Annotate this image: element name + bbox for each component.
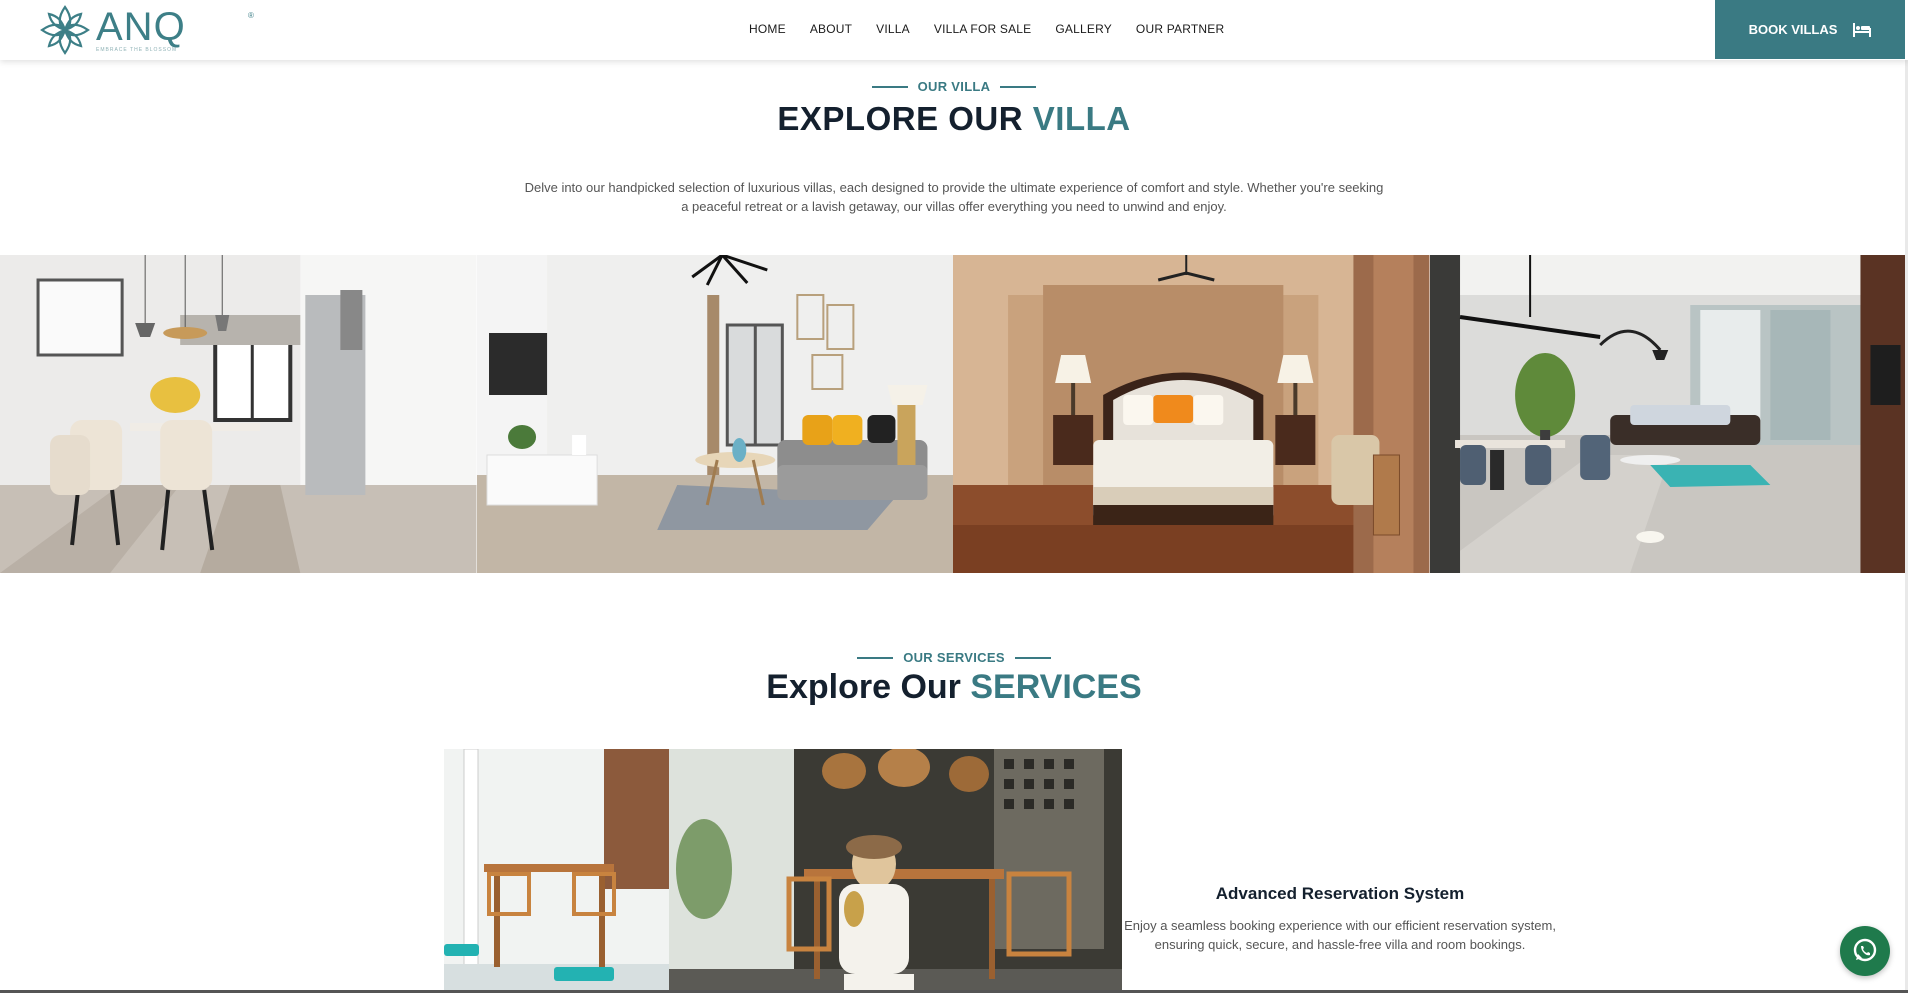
registered-mark: ®: [248, 11, 254, 20]
main-nav: HOME ABOUT VILLA VILLA FOR SALE GALLERY …: [749, 0, 1248, 58]
bedroom-image: [953, 255, 1430, 573]
book-villas-label: BOOK VILLAS: [1748, 22, 1838, 37]
bed-icon: [1853, 22, 1872, 37]
nav-about[interactable]: ABOUT: [810, 22, 852, 36]
services-heading-accent: SERVICES: [970, 668, 1142, 706]
nav-villa-for-sale[interactable]: VILLA FOR SALE: [934, 22, 1032, 36]
living-room-image: [476, 255, 953, 573]
whatsapp-icon: [1853, 938, 1877, 962]
eyebrow-line-left: [871, 85, 908, 88]
villa-photo-bedroom[interactable]: [953, 255, 1430, 573]
lotus-logo-icon: [40, 5, 90, 55]
service-description: Enjoy a seamless booking experience with…: [1124, 918, 1556, 952]
villa-description: Delve into our handpicked selection of l…: [524, 180, 1384, 214]
open-living-image: [1429, 255, 1906, 573]
service-photo: [444, 749, 1122, 993]
eyebrow-line-left: [857, 656, 894, 659]
nav-villa[interactable]: VILLA: [876, 22, 910, 36]
villa-photo-dining[interactable]: [0, 255, 477, 573]
services-eyebrow-text: OUR SERVICES: [903, 650, 1005, 665]
brand-tagline: EMBRACE THE BLOSSOM: [96, 47, 178, 53]
villa-heading: EXPLORE OUR VILLA: [0, 100, 1908, 138]
service-title: Advanced Reservation System: [1215, 884, 1465, 903]
nav-home[interactable]: HOME: [749, 22, 786, 36]
villa-gallery: [0, 255, 1906, 573]
brand-name: ANQ: [96, 5, 186, 49]
services-heading-main: Explore Our: [766, 668, 961, 706]
dining-room-image: [0, 255, 477, 573]
whatsapp-button[interactable]: [1840, 926, 1890, 976]
villa-photo-open-living[interactable]: [1429, 255, 1906, 573]
villa-eyebrow-text: OUR VILLA: [917, 79, 991, 94]
site-header: ANQ ® EMBRACE THE BLOSSOM HOME ABOUT VIL…: [0, 0, 1908, 60]
villa-heading-main: EXPLORE OUR: [777, 100, 1024, 137]
nav-gallery[interactable]: GALLERY: [1055, 22, 1112, 36]
eyebrow-line-right: [1000, 85, 1037, 88]
book-villas-button[interactable]: BOOK VILLAS: [1715, 0, 1905, 59]
nav-our-partner[interactable]: OUR PARTNER: [1136, 22, 1224, 36]
villa-eyebrow: OUR VILLA: [0, 79, 1908, 94]
services-eyebrow: OUR SERVICES: [0, 650, 1908, 665]
eyebrow-line-right: [1014, 656, 1051, 659]
terrace-dining-image: [444, 749, 1122, 993]
villa-heading-accent: VILLA: [1032, 100, 1131, 137]
villa-photo-living-room[interactable]: [476, 255, 953, 573]
services-heading: Explore Our SERVICES: [0, 668, 1908, 707]
brand-logo[interactable]: ANQ ® EMBRACE THE BLOSSOM: [38, 2, 254, 58]
